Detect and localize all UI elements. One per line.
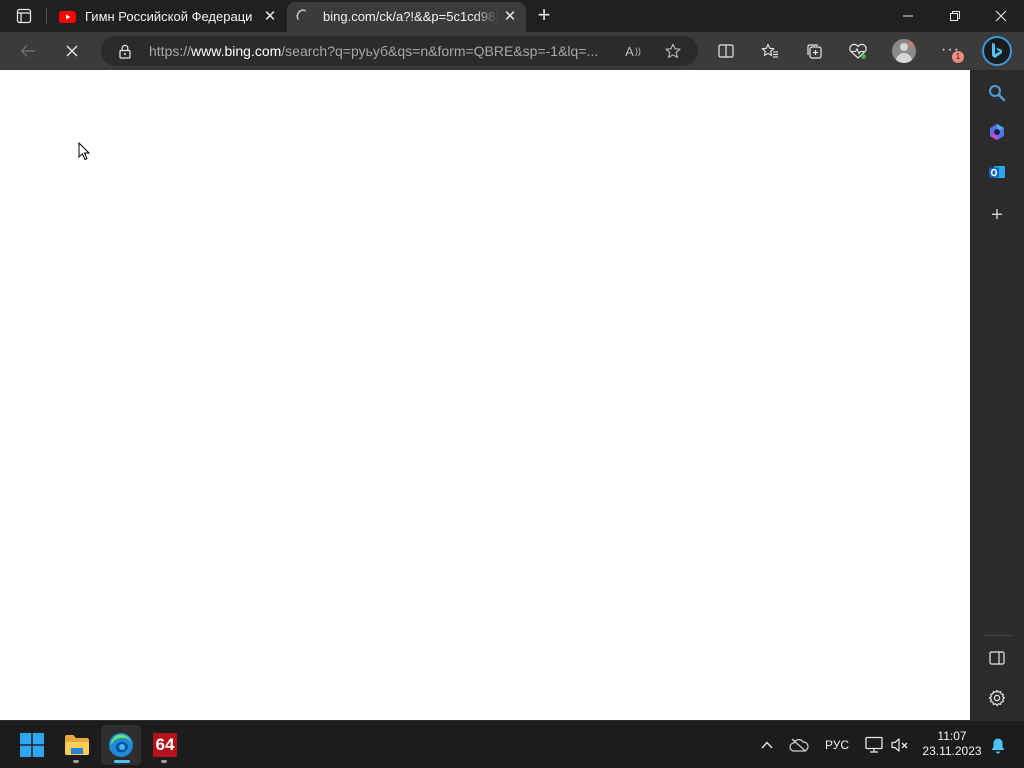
collections-icon[interactable] — [803, 41, 825, 61]
sidebar-settings-gear-icon[interactable] — [986, 687, 1008, 709]
bing-copilot-icon[interactable] — [982, 36, 1012, 66]
windows-logo-icon — [20, 733, 44, 757]
outlook-icon[interactable] — [986, 161, 1008, 183]
url-text[interactable]: https://www.bing.com/search?q=руьуб&qs=n… — [149, 43, 611, 59]
url-path: /search?q=руьуб&qs=n&form=QBRE&sp=-1&lq=… — [281, 43, 599, 59]
favorite-star-icon[interactable] — [664, 42, 682, 60]
notification-bell-icon[interactable] — [988, 735, 1008, 755]
address-bar[interactable]: https://www.bing.com/search?q=руьуб&qs=n… — [101, 36, 698, 66]
read-aloud-icon[interactable]: A)) — [624, 42, 642, 60]
tab-strip: Гимн Российской Федерации - ✕ bing.com/c… — [0, 0, 1024, 32]
hide-sidebar-icon[interactable] — [986, 648, 1008, 668]
url-domain: www.bing.com — [191, 43, 282, 59]
clock-date: 23.11.2023 — [922, 744, 982, 758]
tab-divider — [46, 8, 47, 24]
url-prefix: https:// — [149, 43, 192, 59]
back-icon[interactable] — [16, 41, 40, 61]
settings-and-more-button[interactable]: ··· 1 — [938, 38, 964, 64]
network-icon[interactable] — [864, 735, 886, 755]
edge-taskbar-button[interactable] — [101, 725, 141, 765]
browser-essentials-icon[interactable] — [846, 41, 870, 61]
active-indicator — [114, 760, 130, 763]
running-indicator — [73, 760, 79, 763]
add-sidebar-app-icon[interactable]: + — [986, 204, 1008, 226]
edge-sidebar: + — [970, 70, 1024, 720]
stop-loading-icon[interactable] — [60, 41, 84, 61]
lock-icon[interactable] — [118, 43, 132, 59]
file-explorer-button[interactable] — [57, 725, 97, 765]
folder-icon — [65, 735, 89, 755]
restore-icon[interactable] — [940, 6, 970, 26]
profile-status-dot — [909, 40, 915, 46]
notification-badge: 1 — [952, 51, 964, 63]
close-tab-icon[interactable]: ✕ — [262, 9, 278, 25]
close-tab-icon[interactable]: ✕ — [502, 9, 518, 25]
split-screen-icon[interactable] — [716, 42, 736, 60]
app-64-icon: 64 — [153, 733, 177, 757]
tab-actions-icon[interactable] — [14, 6, 34, 26]
page-content[interactable] — [0, 70, 970, 720]
clock[interactable]: 11:07 23.11.2023 — [920, 729, 984, 759]
tab-title: Гимн Российской Федерации - — [85, 9, 253, 24]
favorites-icon[interactable] — [759, 41, 781, 61]
youtube-icon — [58, 10, 76, 24]
volume-muted-icon[interactable] — [890, 735, 910, 755]
edge-icon — [109, 733, 133, 757]
taskbar: 64 РУС 11:07 23.11.2023 — [0, 720, 1024, 768]
aida64-button[interactable]: 64 — [145, 725, 185, 765]
copilot-icon[interactable] — [986, 121, 1008, 143]
tab-title: bing.com/ck/a?!&&p=5c1cd98b — [323, 9, 497, 24]
tab-bing[interactable]: bing.com/ck/a?!&&p=5c1cd98b ✕ — [287, 2, 526, 32]
sidebar-divider — [983, 635, 1011, 636]
onedrive-offline-icon[interactable] — [788, 735, 810, 755]
profile-avatar[interactable] — [892, 39, 916, 63]
tab-youtube[interactable]: Гимн Российской Федерации - ✕ — [50, 2, 286, 32]
running-indicator — [161, 760, 167, 763]
search-icon[interactable] — [986, 82, 1008, 104]
show-hidden-icons-chevron-up-icon[interactable] — [758, 736, 776, 754]
tab-title-fade — [474, 6, 498, 28]
loading-spinner-icon — [296, 9, 310, 23]
close-window-icon[interactable] — [986, 6, 1016, 26]
start-button[interactable] — [12, 725, 52, 765]
navigation-toolbar: https://www.bing.com/search?q=руьуб&qs=n… — [0, 32, 1024, 70]
new-tab-icon[interactable]: + — [534, 4, 554, 26]
language-indicator[interactable]: РУС — [825, 738, 849, 752]
minimize-icon[interactable] — [893, 6, 923, 26]
mouse-cursor-icon — [78, 141, 92, 162]
clock-time: 11:07 — [937, 729, 967, 743]
